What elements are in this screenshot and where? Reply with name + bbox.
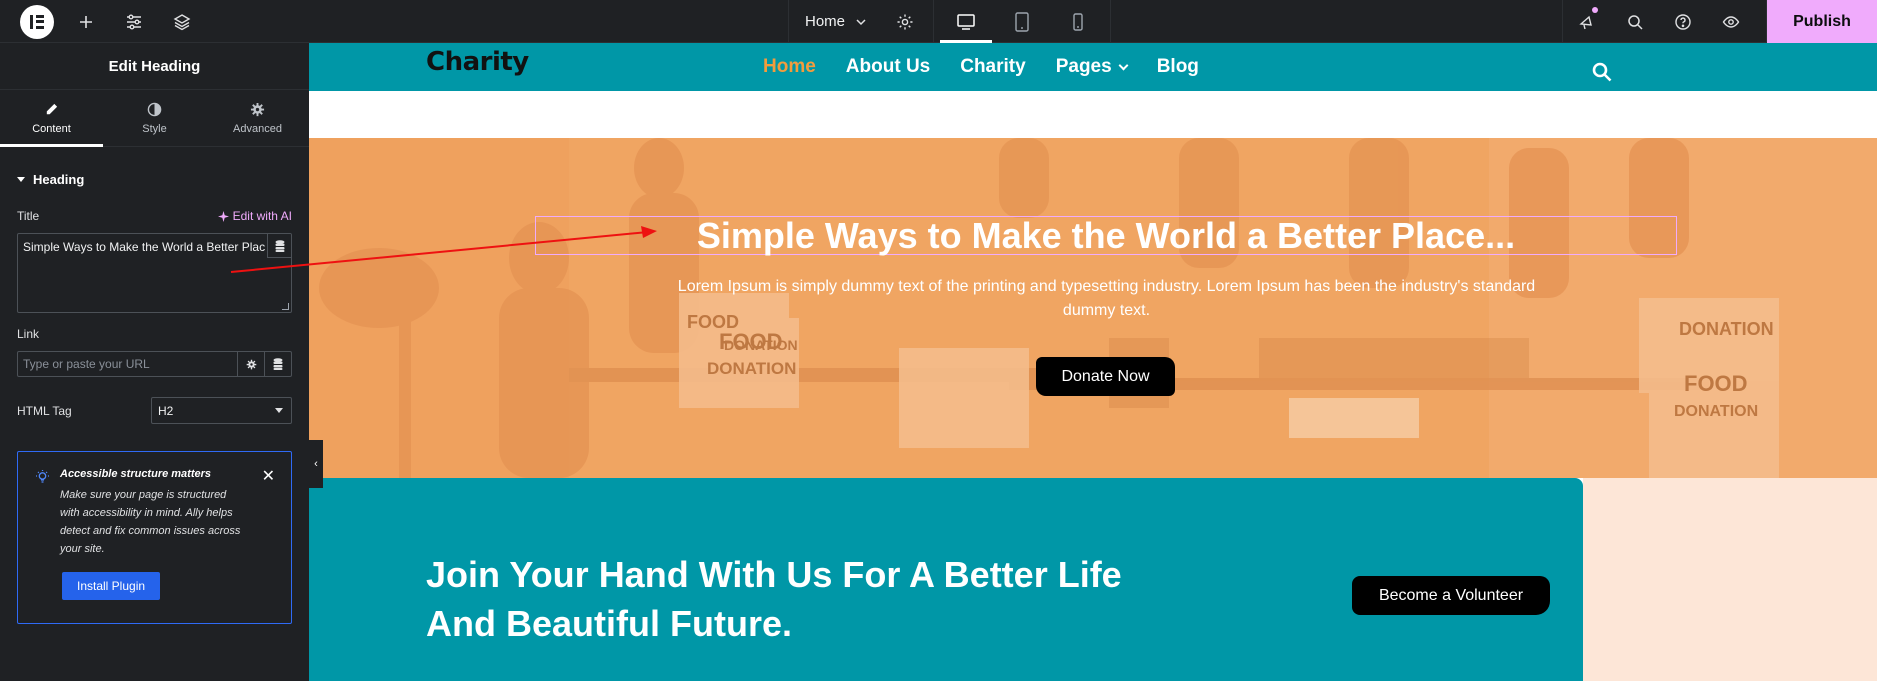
join-heading[interactable]: Join Your Hand With Us For A Better Life… <box>426 550 1126 648</box>
tab-style[interactable]: Style <box>103 90 206 146</box>
section-title: Heading <box>33 171 85 187</box>
search-icon[interactable] <box>1611 0 1659 43</box>
html-tag-select[interactable]: H2 <box>151 397 292 424</box>
chevron-down-icon <box>856 18 866 25</box>
html-tag-label: HTML Tag <box>17 403 72 418</box>
html-tag-control: HTML Tag H2 <box>17 397 292 424</box>
desktop-icon[interactable] <box>938 0 994 43</box>
notifications-icon[interactable] <box>1563 0 1611 43</box>
nav-charity[interactable]: Charity <box>960 56 1025 78</box>
link-label: Link <box>17 327 40 341</box>
nav-home[interactable]: Home <box>763 56 816 78</box>
link-input[interactable]: Type or paste your URL <box>17 351 292 377</box>
title-control-header: Title Edit with AI <box>0 209 309 223</box>
divider <box>1110 0 1112 43</box>
nav-about-us[interactable]: About Us <box>846 56 930 78</box>
page-canvas: Charity Home About Us Charity Pages Blog <box>309 43 1877 681</box>
edit-with-ai-button[interactable]: Edit with AI <box>217 209 292 223</box>
title-label: Title <box>17 209 40 223</box>
nav-pages[interactable]: Pages <box>1055 56 1129 78</box>
hero-section: FOOD DONATION FOOD DONATION DONATION FOO… <box>309 138 1877 478</box>
search-icon[interactable] <box>1591 61 1613 88</box>
install-plugin-button[interactable]: Install Plugin <box>62 572 161 600</box>
join-side-panel <box>1583 478 1877 681</box>
pencil-icon <box>46 103 58 114</box>
notice-title: Accessible structure matters <box>60 468 212 480</box>
tab-advanced[interactable]: Advanced <box>206 90 309 146</box>
tab-label: Content <box>32 122 71 135</box>
become-volunteer-button[interactable]: Become a Volunteer <box>1352 576 1550 615</box>
tablet-icon[interactable] <box>994 0 1050 43</box>
accessibility-notice: ✕ Accessible structure matters Make sure… <box>17 451 292 624</box>
resize-handle[interactable] <box>282 303 289 310</box>
gear-icon <box>250 102 265 116</box>
panel-tabs: Content Style Advanced <box>0 90 309 147</box>
caret-down-icon <box>17 176 25 182</box>
donate-now-button[interactable]: Donate Now <box>1036 357 1175 396</box>
gear-icon[interactable] <box>883 0 927 43</box>
add-icon[interactable] <box>62 0 110 43</box>
mobile-icon[interactable] <box>1050 0 1106 43</box>
publish-button[interactable]: Publish <box>1767 0 1877 43</box>
hero-heading[interactable]: Simple Ways to Make the World a Better P… <box>535 215 1677 256</box>
panel-title: Edit Heading <box>0 43 309 90</box>
close-icon[interactable]: ✕ <box>262 466 275 486</box>
notice-body: Make sure your page is structured with a… <box>60 489 241 555</box>
chevron-down-icon <box>1118 60 1129 70</box>
help-icon[interactable] <box>1659 0 1707 43</box>
elementor-logo-icon[interactable] <box>20 4 54 39</box>
dynamic-tags-icon[interactable] <box>267 234 291 258</box>
edit-with-ai-label: Edit with AI <box>232 209 292 223</box>
nav-blog[interactable]: Blog <box>1157 56 1199 78</box>
site-brand[interactable]: Charity <box>426 47 529 77</box>
link-placeholder: Type or paste your URL <box>23 357 150 371</box>
collapse-panel-chevron-icon[interactable]: ‹ <box>309 440 323 488</box>
hero-text[interactable]: Lorem Ipsum is simply dummy text of the … <box>669 275 1544 323</box>
caret-down-icon <box>275 408 283 413</box>
join-section: Join Your Hand With Us For A Better Life… <box>309 478 1583 681</box>
edit-panel: Edit Heading Content Style Advanced Head… <box>0 43 309 681</box>
settings-sliders-icon[interactable] <box>110 0 158 43</box>
page-selector[interactable]: Home <box>788 0 883 43</box>
topbar-center-group: Home <box>788 0 1112 43</box>
contrast-icon <box>147 102 162 116</box>
link-control: Link Type or paste your URL <box>17 327 292 377</box>
editor-topbar: Home Publish <box>0 0 1877 43</box>
topbar-left-group <box>0 0 206 43</box>
link-options-gear-icon[interactable] <box>237 352 264 376</box>
title-textarea[interactable]: Simple Ways to Make the World a Better P… <box>17 233 292 313</box>
notification-dot <box>1592 7 1598 13</box>
tab-content[interactable]: Content <box>0 90 103 147</box>
section-heading-toggle[interactable]: Heading <box>0 155 309 203</box>
title-textarea-value: Simple Ways to Make the World a Better P… <box>23 240 266 254</box>
tab-label: Advanced <box>233 122 282 135</box>
layers-icon[interactable] <box>158 0 206 43</box>
sparkle-icon <box>217 210 229 222</box>
site-nav: Home About Us Charity Pages Blog <box>763 43 1199 91</box>
preview-eye-icon[interactable] <box>1707 0 1755 43</box>
html-tag-value: H2 <box>158 403 174 418</box>
lightbulb-icon <box>36 470 49 489</box>
dynamic-tags-icon[interactable] <box>264 352 291 376</box>
site-header: Charity Home About Us Charity Pages Blog <box>309 43 1877 91</box>
tab-label: Style <box>142 122 167 135</box>
nav-pages-label: Pages <box>1055 56 1112 77</box>
page-name: Home <box>805 13 846 30</box>
topbar-right-group: Publish <box>1562 0 1877 43</box>
divider <box>933 0 935 43</box>
